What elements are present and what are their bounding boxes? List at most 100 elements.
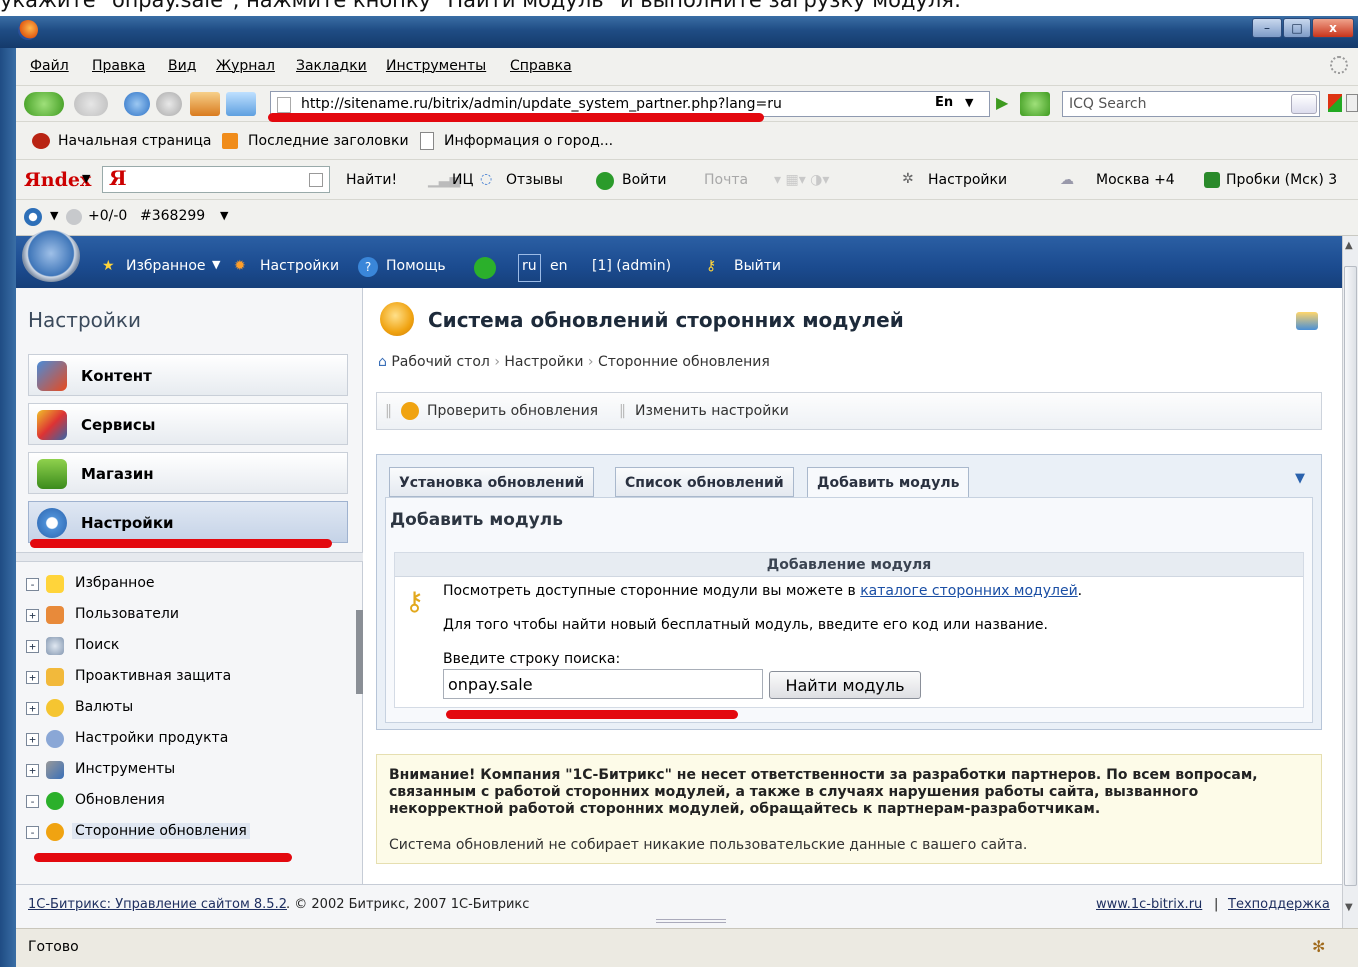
update-icon[interactable]	[474, 257, 496, 279]
maximize-button[interactable]: □	[1283, 18, 1311, 38]
menu-bookmarks[interactable]: Закладки	[296, 58, 367, 74]
home-icon: ⌂	[378, 354, 387, 370]
yandex-settings[interactable]: Настройки	[928, 172, 1007, 188]
misc-toolbar-icons: ▾ ▦▾ ◑▾	[774, 172, 830, 188]
update-icon	[46, 792, 64, 810]
chevron-down-icon[interactable]: ▼	[1295, 471, 1305, 486]
tab-panel: Установка обновлений Список обновлений Д…	[376, 454, 1322, 730]
yandex-weather[interactable]: Москва +4	[1096, 172, 1175, 188]
lang-en[interactable]: en	[550, 258, 568, 274]
footer-support-link[interactable]: Техподдержка	[1228, 897, 1330, 912]
icq-status-icon[interactable]	[24, 208, 42, 226]
tab-install-updates[interactable]: Установка обновлений	[389, 467, 595, 497]
key-icon: ⚷	[706, 258, 717, 274]
lang-ru[interactable]: ru	[518, 254, 541, 282]
icq-flower-icon[interactable]	[1020, 92, 1050, 116]
breadcrumb-settings[interactable]: Настройки	[504, 354, 583, 370]
scroll-up-icon[interactable]: ▲	[1345, 240, 1353, 251]
section-shop[interactable]: Магазин	[28, 452, 348, 494]
footer-site-link[interactable]: www.1c-bitrix.ru	[1096, 897, 1202, 912]
collapse-handle[interactable]	[356, 610, 363, 694]
menu-tools[interactable]: Инструменты	[386, 58, 486, 74]
admin-help[interactable]: Помощь	[386, 258, 446, 274]
chevron-down-icon[interactable]: ▼	[965, 96, 973, 109]
window-titlebar: – □ x	[0, 16, 1358, 48]
bookmark-city-info[interactable]: Информация о город...	[444, 133, 613, 149]
yandex-mail[interactable]: Почта	[704, 172, 748, 188]
stop-icon[interactable]	[156, 92, 182, 116]
icq-counter: +0/-0	[88, 208, 128, 224]
yandex-find-button[interactable]: Найти!	[346, 172, 397, 188]
close-button[interactable]: x	[1312, 18, 1354, 38]
globe-icon	[66, 209, 82, 225]
annotation-underline-partner-updates	[34, 853, 292, 862]
bookmark-home[interactable]: Начальная страница	[58, 133, 211, 149]
minimize-button[interactable]: –	[1252, 18, 1282, 38]
gear-icon: ✹	[234, 258, 246, 274]
tab-add-module[interactable]: Добавить модуль	[807, 467, 970, 499]
address-url: http://sitename.ru/bitrix/admin/update_s…	[301, 96, 782, 112]
icq-uin[interactable]: #368299	[140, 208, 205, 224]
panel-splitter[interactable]	[16, 552, 363, 562]
menu-view[interactable]: Вид	[168, 58, 196, 74]
home-icon[interactable]	[190, 92, 220, 116]
admin-settings[interactable]: Настройки	[260, 258, 339, 274]
main-content: Система обновлений сторонних модулей ⌂ Р…	[364, 288, 1342, 884]
firefox-logo-icon	[18, 20, 38, 40]
firebug-icon[interactable]: ✻	[1312, 937, 1325, 956]
back-button[interactable]	[24, 92, 64, 116]
scroll-down-icon[interactable]: ▼	[1345, 902, 1353, 913]
privacy-note: Система обновлений не собирает никакие п…	[389, 837, 1028, 853]
menu-file[interactable]: Файл	[30, 58, 69, 74]
yandex-search-input[interactable]: Я	[102, 166, 330, 193]
search-icon[interactable]	[1291, 94, 1317, 114]
chevron-down-icon[interactable]: ▼	[212, 258, 220, 271]
admin-favorites[interactable]: Избранное	[126, 258, 206, 274]
go-icon[interactable]: ▶	[996, 93, 1008, 112]
page-title: Система обновлений сторонних модулей	[428, 308, 904, 332]
vertical-scrollbar[interactable]: ▲ ▼	[1342, 236, 1358, 928]
section-services[interactable]: Сервисы	[28, 403, 348, 445]
menu-bar: Файл Правка Вид Журнал Закладки Инструме…	[16, 48, 1358, 86]
forward-button[interactable]	[74, 92, 108, 116]
footer-product-link[interactable]: 1С-Битрикс: Управление сайтом 8.5.2	[28, 897, 287, 912]
admin-logout[interactable]: Выйти	[734, 258, 781, 274]
bookmark-headlines[interactable]: Последние заголовки	[248, 133, 409, 149]
bitrix-logo-icon[interactable]	[22, 230, 80, 282]
tab-update-list[interactable]: Список обновлений	[615, 467, 794, 497]
check-updates-button[interactable]: Проверить обновления	[427, 403, 598, 419]
language-indicator: En	[935, 95, 954, 110]
yandex-reviews[interactable]: Отзывы	[506, 172, 563, 188]
chevron-down-icon[interactable]: ▼	[50, 209, 58, 222]
footer-resize-handle[interactable]	[656, 919, 726, 923]
scrollbar-thumb[interactable]	[1344, 266, 1357, 886]
section-content[interactable]: Контент	[28, 354, 348, 396]
menu-help[interactable]: Справка	[510, 58, 572, 74]
chevron-down-icon[interactable]: ▼	[220, 209, 228, 222]
section-settings[interactable]: Настройки	[28, 501, 348, 543]
admin-user[interactable]: [1] (admin)	[592, 258, 671, 274]
extension-icon[interactable]	[226, 92, 256, 116]
find-module-button[interactable]: Найти модуль	[769, 671, 921, 699]
lock-icon	[46, 668, 64, 686]
yandex-ic[interactable]: ИЦ	[452, 172, 473, 188]
section-settings-label: Настройки	[81, 514, 174, 532]
link-icon[interactable]	[1296, 312, 1318, 330]
menu-edit[interactable]: Правка	[92, 58, 145, 74]
reload-icon[interactable]	[124, 92, 150, 116]
yandex-login[interactable]: Войти	[622, 172, 667, 188]
login-key-icon	[596, 172, 614, 190]
window-frame	[0, 48, 16, 967]
module-search-input[interactable]	[443, 669, 763, 699]
checkbox-icon[interactable]	[309, 173, 323, 187]
change-settings-button[interactable]: Изменить настройки	[635, 403, 789, 419]
breadcrumb-desktop[interactable]: Рабочий стол	[391, 354, 490, 370]
icq-search-input[interactable]: ICQ Search	[1062, 91, 1320, 117]
tab-body: Добавить модуль Добавление модуля ⚷ Посм…	[385, 497, 1313, 723]
yandex-traffic[interactable]: Пробки (Мск) 3	[1226, 172, 1337, 188]
addon-icon[interactable]	[1328, 94, 1342, 112]
menu-history[interactable]: Журнал	[216, 58, 275, 74]
catalog-link[interactable]: каталоге сторонних модулей	[860, 583, 1077, 599]
chevron-down-icon[interactable]: ▼	[82, 172, 90, 185]
addon-k-icon[interactable]	[1346, 94, 1358, 112]
